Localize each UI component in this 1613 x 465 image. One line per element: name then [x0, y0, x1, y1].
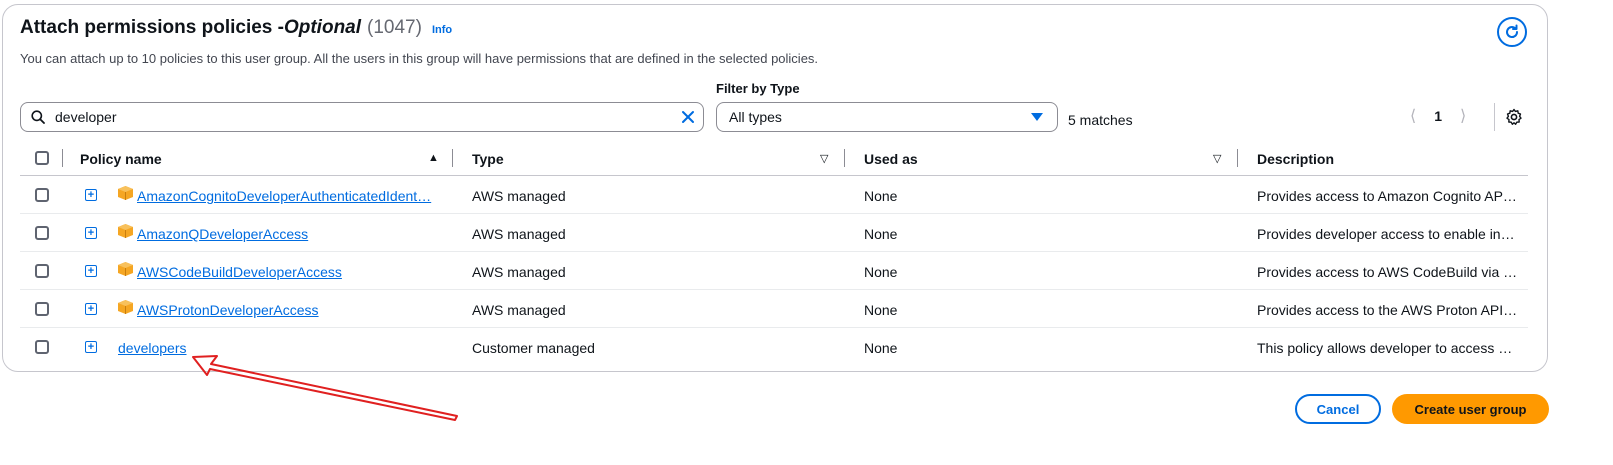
policy-name-link[interactable]: AmazonQDeveloperAccess	[137, 226, 433, 242]
search-value: developer	[55, 109, 117, 125]
expand-row-button[interactable]: +	[85, 227, 97, 239]
policy-type: AWS managed	[472, 188, 566, 204]
policy-name-text[interactable]: developers	[118, 340, 187, 356]
close-icon	[682, 111, 694, 123]
expand-row-button[interactable]: +	[85, 341, 97, 353]
type-filter-select[interactable]: All types	[716, 102, 1058, 132]
policy-used-as: None	[864, 188, 898, 204]
search-input[interactable]: developer	[20, 102, 704, 132]
policy-used-as: None	[864, 226, 898, 242]
aws-managed-icon	[118, 262, 133, 276]
policy-description: Provides access to Amazon Cognito AP…	[1257, 188, 1517, 204]
next-page-button[interactable]: ⟩	[1460, 106, 1466, 126]
page-number[interactable]: 1	[1434, 108, 1442, 124]
policy-count: (1047)	[367, 17, 422, 38]
sort-ascending-icon[interactable]: ▲	[428, 152, 439, 164]
row-checkbox[interactable]	[35, 188, 49, 202]
info-link[interactable]: Info	[432, 24, 452, 36]
policy-name-link[interactable]: AWSProtonDeveloperAccess	[137, 302, 433, 318]
caret-down-icon	[1031, 112, 1043, 121]
row-checkbox[interactable]	[35, 302, 49, 316]
row-checkbox[interactable]	[35, 340, 49, 354]
aws-managed-icon	[118, 300, 133, 314]
expand-row-button[interactable]: +	[85, 189, 97, 201]
cancel-button[interactable]: Cancel	[1295, 394, 1381, 424]
row-checkbox[interactable]	[35, 226, 49, 240]
type-filter-value: All types	[729, 109, 782, 125]
refresh-button[interactable]	[1497, 17, 1527, 47]
refresh-icon	[1506, 24, 1519, 38]
policy-used-as: None	[864, 340, 898, 356]
search-icon	[31, 110, 45, 124]
gear-icon	[1506, 108, 1522, 125]
select-all-checkbox[interactable]	[35, 151, 49, 165]
policy-name-text[interactable]: AmazonQDeveloperAccess	[137, 226, 308, 242]
aws-managed-icon	[118, 186, 133, 200]
policy-type: AWS managed	[472, 264, 566, 280]
column-separator	[1237, 149, 1238, 167]
table-row[interactable]: + AmazonQDeveloperAccess AWS managed Non…	[20, 214, 1528, 252]
aws-managed-icon	[118, 224, 133, 238]
policy-name-text[interactable]: AmazonCognitoDeveloperAuthenticatedIdent…	[137, 188, 431, 204]
column-separator	[452, 149, 453, 167]
clear-search-button[interactable]	[673, 110, 703, 124]
policies-table: Policy name ▲ Type ▽ Used as ▽ Descripti…	[20, 140, 1528, 366]
policy-name-link[interactable]: AmazonCognitoDeveloperAuthenticatedIdent…	[137, 188, 433, 204]
table-settings-button[interactable]	[1505, 108, 1525, 128]
policy-description: Provides developer access to enable in…	[1257, 226, 1515, 242]
sort-icon[interactable]: ▽	[820, 152, 828, 165]
pagination: ⟨ 1 ⟩	[1410, 106, 1466, 126]
row-checkbox[interactable]	[35, 264, 49, 278]
policy-used-as: None	[864, 264, 898, 280]
policy-type: Customer managed	[472, 340, 595, 356]
table-row[interactable]: + developers Customer managed None This …	[20, 328, 1528, 366]
panel-title: Attach permissions policies - Optional (…	[20, 17, 452, 39]
policy-description: This policy allows developer to access …	[1257, 340, 1513, 356]
filter-by-type-label: Filter by Type	[716, 81, 800, 96]
panel-description: You can attach up to 10 policies to this…	[20, 51, 819, 66]
policy-name-link[interactable]: developers	[118, 340, 414, 356]
match-count: 5 matches	[1068, 112, 1133, 128]
column-header-policy-name[interactable]: Policy name	[80, 151, 162, 167]
column-separator	[844, 149, 845, 167]
table-row[interactable]: + AWSProtonDeveloperAccess AWS managed N…	[20, 290, 1528, 328]
column-header-description[interactable]: Description	[1257, 151, 1334, 167]
policy-name-link[interactable]: AWSCodeBuildDeveloperAccess	[137, 264, 433, 280]
previous-page-button[interactable]: ⟨	[1410, 106, 1416, 126]
title-text: Attach permissions policies -	[20, 17, 284, 38]
policy-name-text[interactable]: AWSCodeBuildDeveloperAccess	[137, 264, 342, 280]
expand-row-button[interactable]: +	[85, 303, 97, 315]
expand-row-button[interactable]: +	[85, 265, 97, 277]
column-separator	[62, 149, 63, 167]
policy-description: Provides access to AWS CodeBuild via …	[1257, 264, 1518, 280]
sort-icon[interactable]: ▽	[1213, 152, 1221, 165]
policy-type: AWS managed	[472, 226, 566, 242]
table-header: Policy name ▲ Type ▽ Used as ▽ Descripti…	[20, 140, 1528, 176]
policy-type: AWS managed	[472, 302, 566, 318]
policy-description: Provides access to the AWS Proton API…	[1257, 302, 1518, 318]
policy-name-text[interactable]: AWSProtonDeveloperAccess	[137, 302, 319, 318]
table-row[interactable]: + AWSCodeBuildDeveloperAccess AWS manage…	[20, 252, 1528, 290]
column-header-used-as[interactable]: Used as	[864, 151, 918, 167]
title-optional: Optional	[283, 17, 362, 38]
policy-used-as: None	[864, 302, 898, 318]
table-row[interactable]: + AmazonCognitoDeveloperAuthenticatedIde…	[20, 176, 1528, 214]
create-user-group-button[interactable]: Create user group	[1392, 394, 1549, 424]
column-header-type[interactable]: Type	[472, 151, 504, 167]
pager-divider	[1494, 103, 1495, 131]
